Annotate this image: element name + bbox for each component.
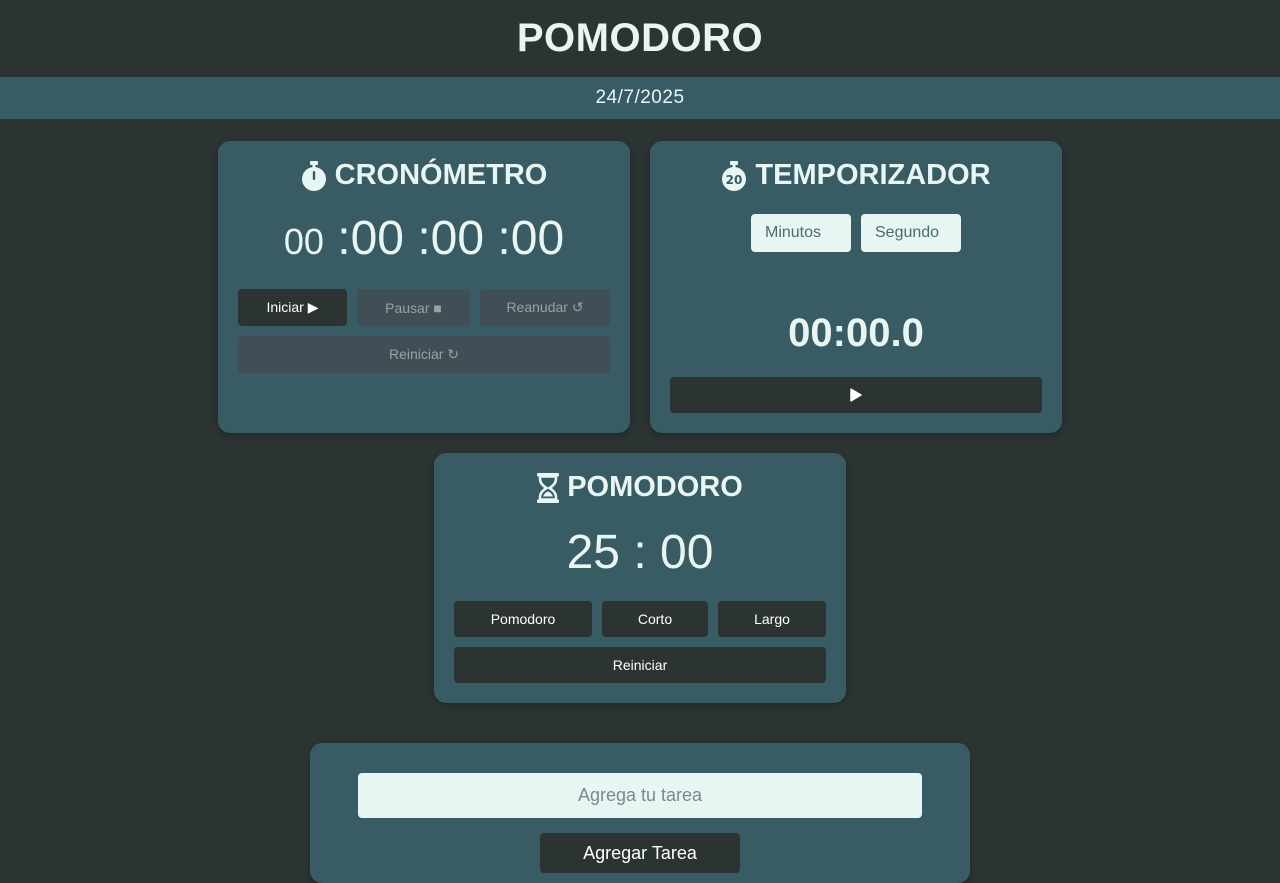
svg-text:20: 20 [726, 173, 743, 187]
play-icon [850, 388, 862, 402]
pomodoro-title-text: POMODORO [567, 471, 743, 503]
stopwatch-minutes: :00 [337, 212, 404, 265]
pomodoro-title: POMODORO [434, 471, 846, 504]
stopwatch-resume-button[interactable]: Reanudar ↺ [480, 289, 610, 326]
task-input[interactable] [358, 773, 922, 818]
stopwatch-display: 00 :00 :00 :00 [218, 211, 630, 266]
tasks-card: Agregar Tarea [310, 743, 970, 883]
stopwatch-pause-button[interactable]: Pausar ■ [357, 289, 470, 326]
timer-seconds-input[interactable] [861, 214, 961, 252]
stopwatch-icon [301, 160, 327, 191]
timer-card: 20 TEMPORIZADOR 00:00.0 [650, 141, 1062, 433]
stopwatch-start-button[interactable]: Iniciar ▶ [238, 289, 347, 326]
timer-title: 20 TEMPORIZADOR [650, 159, 1062, 192]
pomodoro-display: 25 : 00 [434, 525, 846, 580]
hourglass-icon [537, 472, 560, 503]
add-task-button[interactable]: Agregar Tarea [540, 833, 740, 873]
current-date: 24/7/2025 [595, 87, 685, 108]
long-break-button[interactable]: Largo [718, 601, 826, 637]
timer-minutes-input[interactable] [751, 214, 851, 252]
stopwatch-seconds: :00 [417, 212, 485, 265]
timer-title-text: TEMPORIZADOR [755, 159, 991, 191]
timer-play-button[interactable] [670, 377, 1042, 413]
app-title: POMODORO [516, 16, 764, 60]
timer-20-icon: 20 [721, 160, 747, 191]
pomodoro-separator: : [633, 526, 647, 579]
pomodoro-mode-button[interactable]: Pomodoro [454, 601, 592, 637]
stopwatch-title-text: CRONÓMETRO [334, 159, 548, 191]
timer-display: 00:00.0 [788, 311, 924, 355]
pomodoro-seconds: 00 [660, 526, 714, 579]
short-break-button[interactable]: Corto [602, 601, 708, 637]
pomodoro-minutes: 25 [566, 526, 620, 579]
pomodoro-reset-button[interactable]: Reiniciar [454, 647, 826, 683]
date-bar: 24/7/2025 [0, 77, 1280, 119]
stopwatch-card: CRONÓMETRO 00 :00 :00 :00 Iniciar ▶ Paus… [218, 141, 630, 433]
stopwatch-title: CRONÓMETRO [218, 159, 630, 192]
stopwatch-hours: 00 [283, 221, 324, 262]
stopwatch-centiseconds: :00 [497, 212, 565, 265]
pomodoro-card: POMODORO 25 : 00 Pomodoro Corto Largo Re… [434, 453, 846, 703]
stopwatch-reset-button[interactable]: Reiniciar ↻ [238, 336, 610, 373]
